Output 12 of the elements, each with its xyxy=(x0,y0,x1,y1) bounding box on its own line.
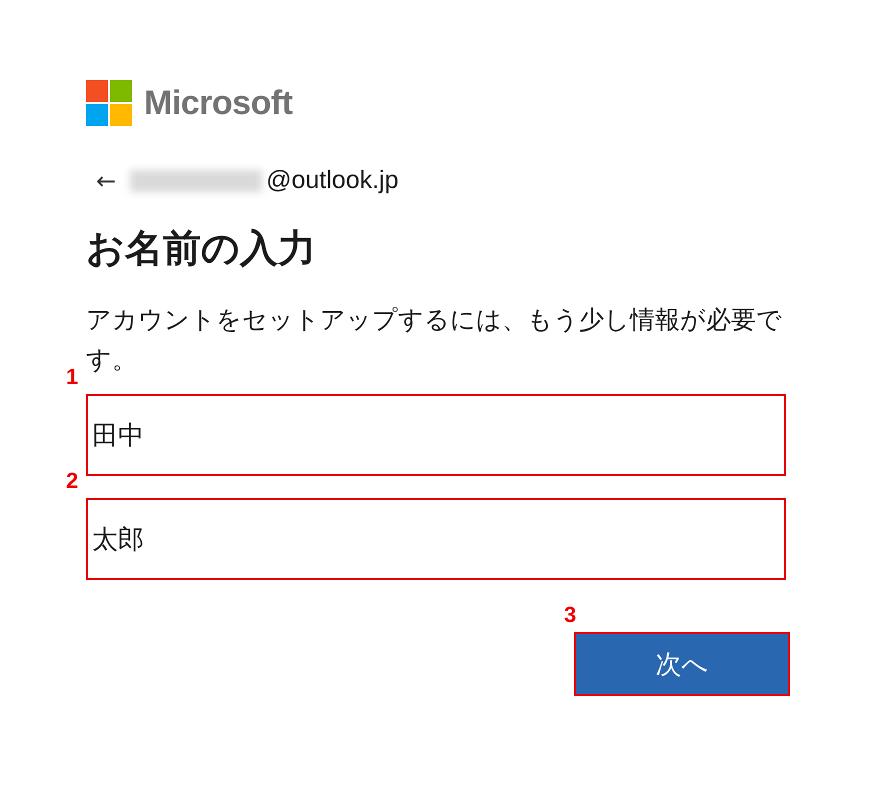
page-title: お名前の入力 xyxy=(86,225,317,272)
back-arrow[interactable]: ← xyxy=(96,168,116,192)
email-domain: @outlook.jp xyxy=(266,166,399,195)
name-field[interactable]: 田中 xyxy=(86,394,786,476)
step-number: 3 xyxy=(564,602,576,628)
step-number: 1 xyxy=(66,364,78,390)
step-number: 2 xyxy=(66,468,78,494)
microsoft-logo-icon xyxy=(86,80,132,126)
name-field[interactable]: 太郎 xyxy=(86,498,786,580)
description-text: アカウントをセットアップするには、もう少し情報が必要です。 xyxy=(86,304,783,376)
brand-name: Microsoft xyxy=(144,84,292,122)
next-button[interactable]: 次へ xyxy=(574,632,790,696)
